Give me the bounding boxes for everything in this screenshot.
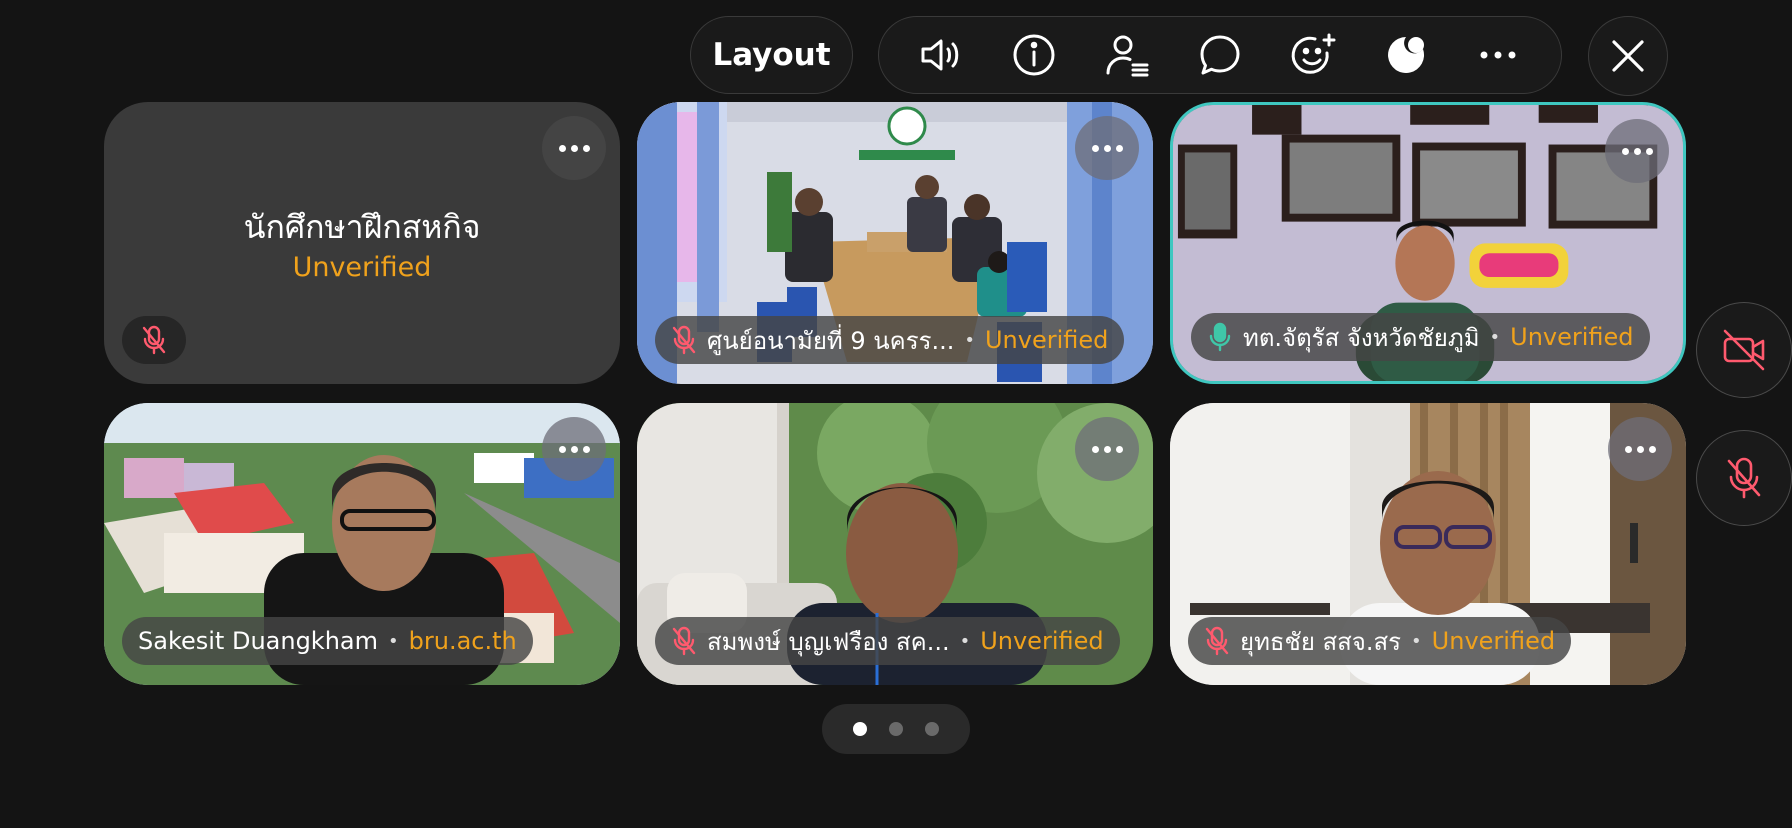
tile-more-button[interactable]: [542, 417, 606, 481]
tile-more-button[interactable]: [542, 116, 606, 180]
layout-button[interactable]: Layout: [690, 16, 853, 94]
participant-label: ทต.จัตุรัส จังหวัดชัยภูมิ • Unverified: [1191, 313, 1650, 361]
chat-icon: [1200, 35, 1240, 75]
camera-off-icon: [1723, 329, 1765, 371]
reactions-icon: [1291, 33, 1336, 74]
toggle-mic-button[interactable]: [1696, 430, 1792, 526]
mute-indicator: [671, 626, 697, 656]
participant-status: Unverified: [292, 252, 432, 283]
chat-button[interactable]: [1190, 25, 1250, 85]
separator: •: [1411, 630, 1422, 652]
participant-tile[interactable]: นักศึกษาฝึกสหกิจ Unverified: [104, 102, 620, 384]
separator: •: [964, 329, 975, 351]
participant-name: Sakesit Duangkham: [138, 627, 378, 655]
participants-icon: [1106, 35, 1149, 77]
effects-icon: [1387, 37, 1424, 73]
effects-button[interactable]: [1376, 25, 1436, 85]
separator: •: [1489, 326, 1501, 348]
info-button[interactable]: [1004, 25, 1064, 85]
participant-status: bru.ac.th: [408, 627, 517, 655]
participant-name: ยุทธชัย สสจ.สร: [1240, 627, 1402, 656]
participant-tile[interactable]: ศูนย์อนามัยที่ 9 นครร... • Unverified: [637, 102, 1153, 384]
participant-tile-active-speaker[interactable]: ทต.จัตุรัส จังหวัดชัยภูมิ • Unverified: [1170, 102, 1686, 384]
participant-label: Sakesit Duangkham • bru.ac.th: [122, 617, 533, 665]
participant-tile[interactable]: สมพงษ์ บุญเฟรือง สค... • Unverified: [637, 403, 1153, 685]
participants-button[interactable]: [1097, 25, 1157, 85]
participant-label: สมพงษ์ บุญเฟรือง สค... • Unverified: [655, 617, 1120, 665]
participant-status: Unverified: [1510, 323, 1634, 351]
info-icon: [1013, 34, 1055, 76]
speaker-icon: [921, 39, 959, 71]
mic-off-icon: [672, 325, 696, 355]
reactions-button[interactable]: [1283, 25, 1343, 85]
participant-name: นักศึกษาฝึกสหกิจ: [243, 208, 481, 246]
close-button[interactable]: [1588, 16, 1668, 96]
tile-more-button[interactable]: [1075, 417, 1139, 481]
mic-icon: [1209, 322, 1231, 352]
participant-name: ทต.จัตุรัส จังหวัดชัยภูมิ: [1243, 323, 1480, 352]
call-toolbar: [878, 16, 1562, 94]
participant-status: Unverified: [1431, 627, 1556, 655]
close-icon: [1612, 40, 1644, 72]
participant-tile[interactable]: Sakesit Duangkham • bru.ac.th: [104, 403, 620, 685]
mute-indicator: [1204, 626, 1230, 656]
participant-label: ยุทธชัย สสจ.สร • Unverified: [1188, 617, 1572, 665]
speaker-button[interactable]: [911, 25, 971, 85]
mic-off-icon: [1205, 626, 1229, 656]
page-dot-1[interactable]: [853, 722, 867, 736]
participant-name: ศูนย์อนามัยที่ 9 นครร...: [707, 326, 955, 355]
mic-on-indicator: [1207, 322, 1233, 352]
participant-name: สมพงษ์ บุญเฟรือง สค...: [707, 627, 950, 656]
more-options-button[interactable]: [1468, 25, 1528, 85]
toggle-camera-button[interactable]: [1696, 302, 1792, 398]
tile-more-button[interactable]: [1608, 417, 1672, 481]
mute-indicator: [122, 316, 186, 364]
page-dot-2[interactable]: [889, 722, 903, 736]
participant-label: ศูนย์อนามัยที่ 9 นครร... • Unverified: [655, 316, 1125, 364]
participant-status: Unverified: [980, 627, 1104, 655]
page-indicator[interactable]: [822, 704, 970, 754]
tile-more-button[interactable]: [1605, 119, 1669, 183]
more-icon: [1480, 51, 1516, 59]
participant-tile[interactable]: ยุทธชัย สสจ.สร • Unverified: [1170, 403, 1686, 685]
mic-off-icon: [142, 325, 166, 355]
mute-indicator: [671, 325, 697, 355]
page-dot-3[interactable]: [925, 722, 939, 736]
mic-off-icon: [672, 626, 696, 656]
participant-status: Unverified: [984, 326, 1109, 354]
mic-off-icon: [1727, 457, 1761, 499]
tile-more-button[interactable]: [1075, 116, 1139, 180]
separator: •: [388, 630, 399, 652]
separator: •: [959, 630, 971, 652]
